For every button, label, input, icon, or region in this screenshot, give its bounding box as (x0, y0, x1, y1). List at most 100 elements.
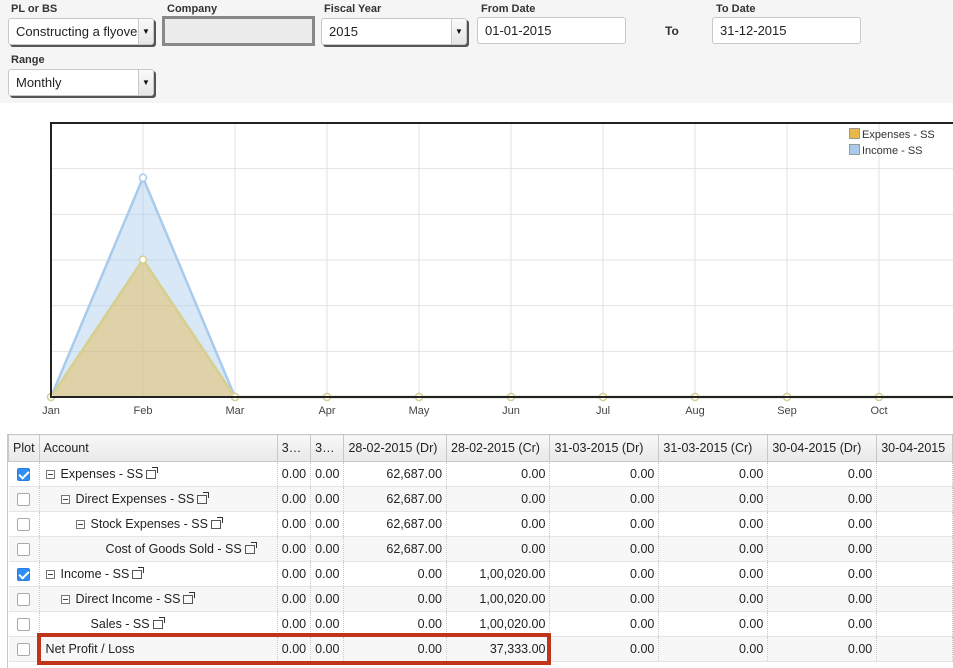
value-cell: 62,687.00 (343, 486, 448, 512)
collapse-toggle-icon[interactable] (60, 495, 70, 505)
plot-checkbox[interactable] (17, 643, 31, 657)
open-link-icon[interactable] (152, 617, 165, 630)
open-link-icon[interactable] (132, 567, 145, 580)
value-cell (876, 536, 953, 562)
report-grid: Plot Account 3… 3… 28-02-2015 (Dr) 28-02-2015… (7, 434, 953, 668)
value-cell: 0.00 (767, 536, 878, 562)
legend-item-expenses[interactable]: Expenses - SS (849, 127, 953, 143)
column-header[interactable]: 28-02-2015 (Dr) (343, 434, 448, 462)
x-tick-label: Jul (596, 405, 610, 417)
fiscal-year-label: Fiscal Year (324, 3, 382, 15)
column-header[interactable]: 28-02-2015 (Cr) (446, 434, 551, 462)
range-value: Monthly (16, 75, 62, 90)
table-row[interactable]: Stock Expenses - SS 0.00 0.00 62,687.00 0.00… (8, 511, 953, 537)
plot-checkbox[interactable] (17, 543, 31, 557)
value-cell: 0.00 (549, 511, 660, 537)
table-row[interactable]: Cost of Goods Sold - SS 0.00 0.00 62,687.00… (8, 536, 953, 562)
account-cell: Direct Expenses - SS (39, 486, 278, 512)
value-cell: 0.00 (310, 536, 345, 562)
value-cell: 0.00 (658, 486, 769, 512)
table-row[interactable]: Direct Income - SS 0.00 0.00 0.00 1,00,020.0… (8, 586, 953, 612)
value-cell: 0.00 (767, 486, 878, 512)
value-cell: 62,687.00 (343, 536, 448, 562)
column-header[interactable]: 3… (276, 434, 312, 462)
open-link-icon[interactable] (183, 592, 196, 605)
account-name: Direct Income - SS (75, 592, 181, 606)
value-cell: 0.00 (767, 636, 878, 662)
data-point (138, 173, 148, 183)
plot-checkbox[interactable] (17, 493, 31, 507)
value-cell: 0.00 (767, 511, 878, 537)
account-cell: Stock Expenses - SS (39, 511, 278, 537)
legend-item-income[interactable]: Income - SS (849, 143, 953, 159)
open-link-icon[interactable] (244, 542, 257, 555)
plot-cell (8, 511, 40, 537)
value-cell: 0.00 (658, 561, 769, 587)
value-cell: 0.00 (767, 611, 878, 637)
x-tick-label: Oct (870, 405, 887, 417)
collapse-toggle-icon[interactable] (45, 570, 55, 580)
value-cell: 0.00 (549, 636, 660, 662)
pl-or-bs-label: PL or BS (11, 3, 58, 15)
range-label: Range (11, 54, 45, 66)
pl-or-bs-select[interactable]: Constructing a flyover ▼ (8, 18, 154, 45)
value-cell: 0.00 (446, 461, 551, 487)
table-row[interactable]: Net Profit / Loss 0.00 0.00 0.00 37,333.00 0.… (8, 636, 953, 662)
column-header[interactable]: Account (38, 434, 278, 462)
value-cell: 0.00 (343, 636, 448, 662)
to-date-input[interactable]: 31-12-2015 (712, 17, 861, 44)
account-cell: Direct Income - SS (39, 586, 278, 612)
value-cell: 0.00 (277, 486, 312, 512)
value-cell: 0.00 (310, 611, 345, 637)
fiscal-year-value: 2015 (329, 24, 358, 39)
data-point (138, 255, 148, 264)
plot-checkbox[interactable] (17, 568, 31, 582)
table-row[interactable]: Sales - SS 0.00 0.00 0.00 1,00,020.00 0.00 0.0… (8, 611, 953, 637)
value-cell: 0.00 (658, 461, 769, 487)
table-row[interactable]: Direct Expenses - SS 0.00 0.00 62,687.00 0.0… (8, 486, 953, 512)
value-cell: 0.00 (658, 636, 769, 662)
account-cell: Net Profit / Loss (39, 636, 278, 662)
table-row[interactable]: Expenses - SS 0.00 0.00 62,687.00 0.00 0.00 0.… (8, 461, 953, 487)
value-cell: 37,333.00 (446, 636, 551, 662)
value-cell: 0.00 (446, 511, 551, 537)
collapse-toggle-icon[interactable] (60, 595, 70, 605)
value-cell: 0.00 (310, 511, 345, 537)
column-header[interactable]: 30-04-2015 (876, 434, 953, 462)
x-tick-label: Aug (685, 405, 705, 417)
fiscal-year-select[interactable]: 2015 ▼ (321, 18, 467, 45)
x-tick-label: Jan (42, 405, 60, 417)
value-cell: 0.00 (343, 586, 448, 612)
plot-cell (8, 486, 40, 512)
value-cell: 62,687.00 (343, 511, 448, 537)
column-header[interactable]: 3… (310, 434, 345, 462)
range-select[interactable]: Monthly ▼ (8, 69, 154, 96)
value-cell: 0.00 (277, 511, 312, 537)
column-header[interactable]: Plot (8, 434, 40, 462)
from-date-input[interactable]: 01-01-2015 (477, 17, 626, 44)
chart-area: Jan Feb Mar Apr May Jun Jul Aug Sep Oct (0, 118, 953, 423)
account-name: Cost of Goods Sold - SS (105, 542, 242, 556)
account-name: Net Profit / Loss (45, 642, 135, 656)
column-header[interactable]: 31-03-2015 (Dr) (549, 434, 660, 462)
plot-checkbox[interactable] (17, 468, 31, 482)
column-header[interactable]: 31-03-2015 (Cr) (658, 434, 769, 462)
collapse-toggle-icon[interactable] (75, 520, 85, 530)
open-link-icon[interactable] (146, 467, 159, 480)
plot-checkbox[interactable] (17, 518, 31, 532)
open-link-icon[interactable] (197, 492, 210, 505)
pl-or-bs-value: Constructing a flyover (16, 24, 142, 39)
plot-checkbox[interactable] (17, 618, 31, 632)
collapse-toggle-icon[interactable] (45, 470, 55, 480)
company-label: Company (167, 3, 218, 15)
column-header[interactable]: 30-04-2015 (Dr) (767, 434, 878, 462)
open-link-icon[interactable] (210, 517, 223, 530)
account-name: Income - SS (60, 567, 130, 581)
company-field[interactable] (162, 16, 315, 46)
value-cell: 0.00 (658, 611, 769, 637)
table-row[interactable]: Income - SS 0.00 0.00 0.00 1,00,020.00 0.00 0.… (8, 561, 953, 587)
legend-swatch (849, 128, 860, 139)
plot-checkbox[interactable] (17, 593, 31, 607)
account-name: Direct Expenses - SS (75, 492, 195, 506)
value-cell: 0.00 (658, 536, 769, 562)
